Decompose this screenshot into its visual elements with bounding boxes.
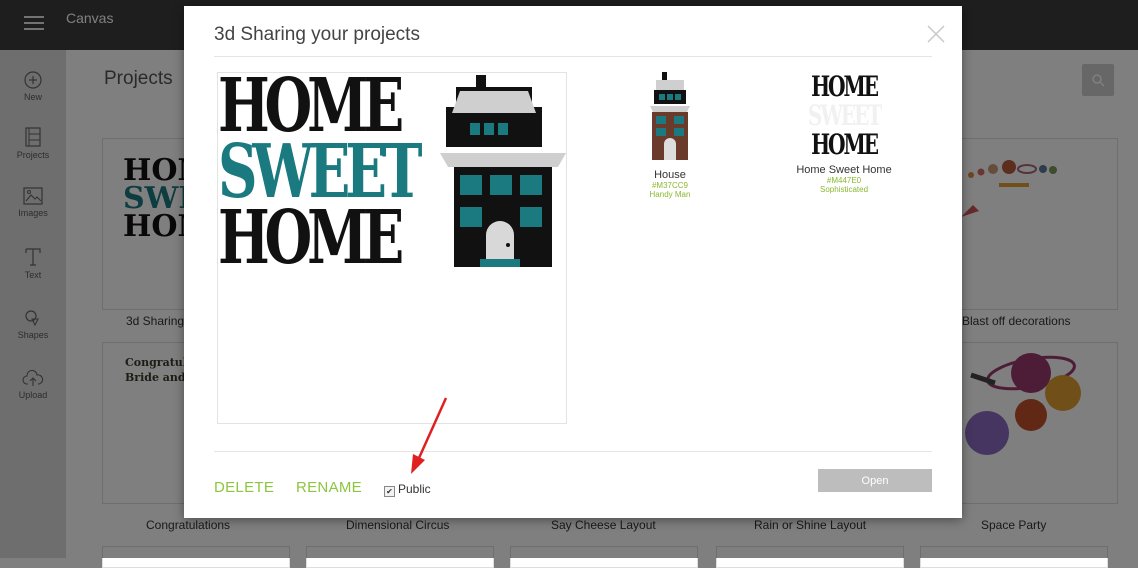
- project-preview: HOME SWEET HOME: [217, 69, 567, 424]
- image-id: #M447E0: [826, 176, 862, 185]
- image-set: Handy Man: [649, 190, 691, 199]
- public-checkbox[interactable]: ✔: [384, 486, 395, 497]
- divider: [214, 56, 932, 57]
- image-name: Home Sweet Home: [796, 164, 892, 176]
- close-button[interactable]: [924, 22, 948, 46]
- close-icon: [927, 25, 945, 43]
- house-image: [440, 75, 566, 267]
- thumb-text-home: HOME: [811, 128, 879, 161]
- preview-text-home: HOME: [218, 195, 404, 281]
- image-thumbnail[interactable]: HOME SWEET HOME Home Sweet Home #M447E0 …: [784, 72, 904, 194]
- image-set: Sophisticated: [819, 185, 869, 194]
- dialog-title: 3d Sharing your projects: [214, 24, 420, 45]
- image-id: #M37CC9: [651, 181, 688, 190]
- delete-button[interactable]: DELETE: [214, 479, 274, 496]
- public-checkbox-wrap[interactable]: ✔ Public: [384, 482, 431, 497]
- house-image: [650, 72, 690, 160]
- image-name: House: [654, 169, 686, 181]
- rename-button[interactable]: RENAME: [296, 479, 362, 496]
- open-button[interactable]: Open: [818, 469, 932, 492]
- thumb-text-sweet: SWEET: [807, 99, 882, 132]
- divider: [214, 451, 932, 452]
- image-thumbnail[interactable]: House #M37CC9 Handy Man: [610, 72, 730, 199]
- thumb-text-home: HOME: [811, 70, 879, 103]
- public-label: Public: [398, 482, 431, 496]
- project-dialog: 3d Sharing your projects HOME SWEET HOME: [184, 6, 962, 518]
